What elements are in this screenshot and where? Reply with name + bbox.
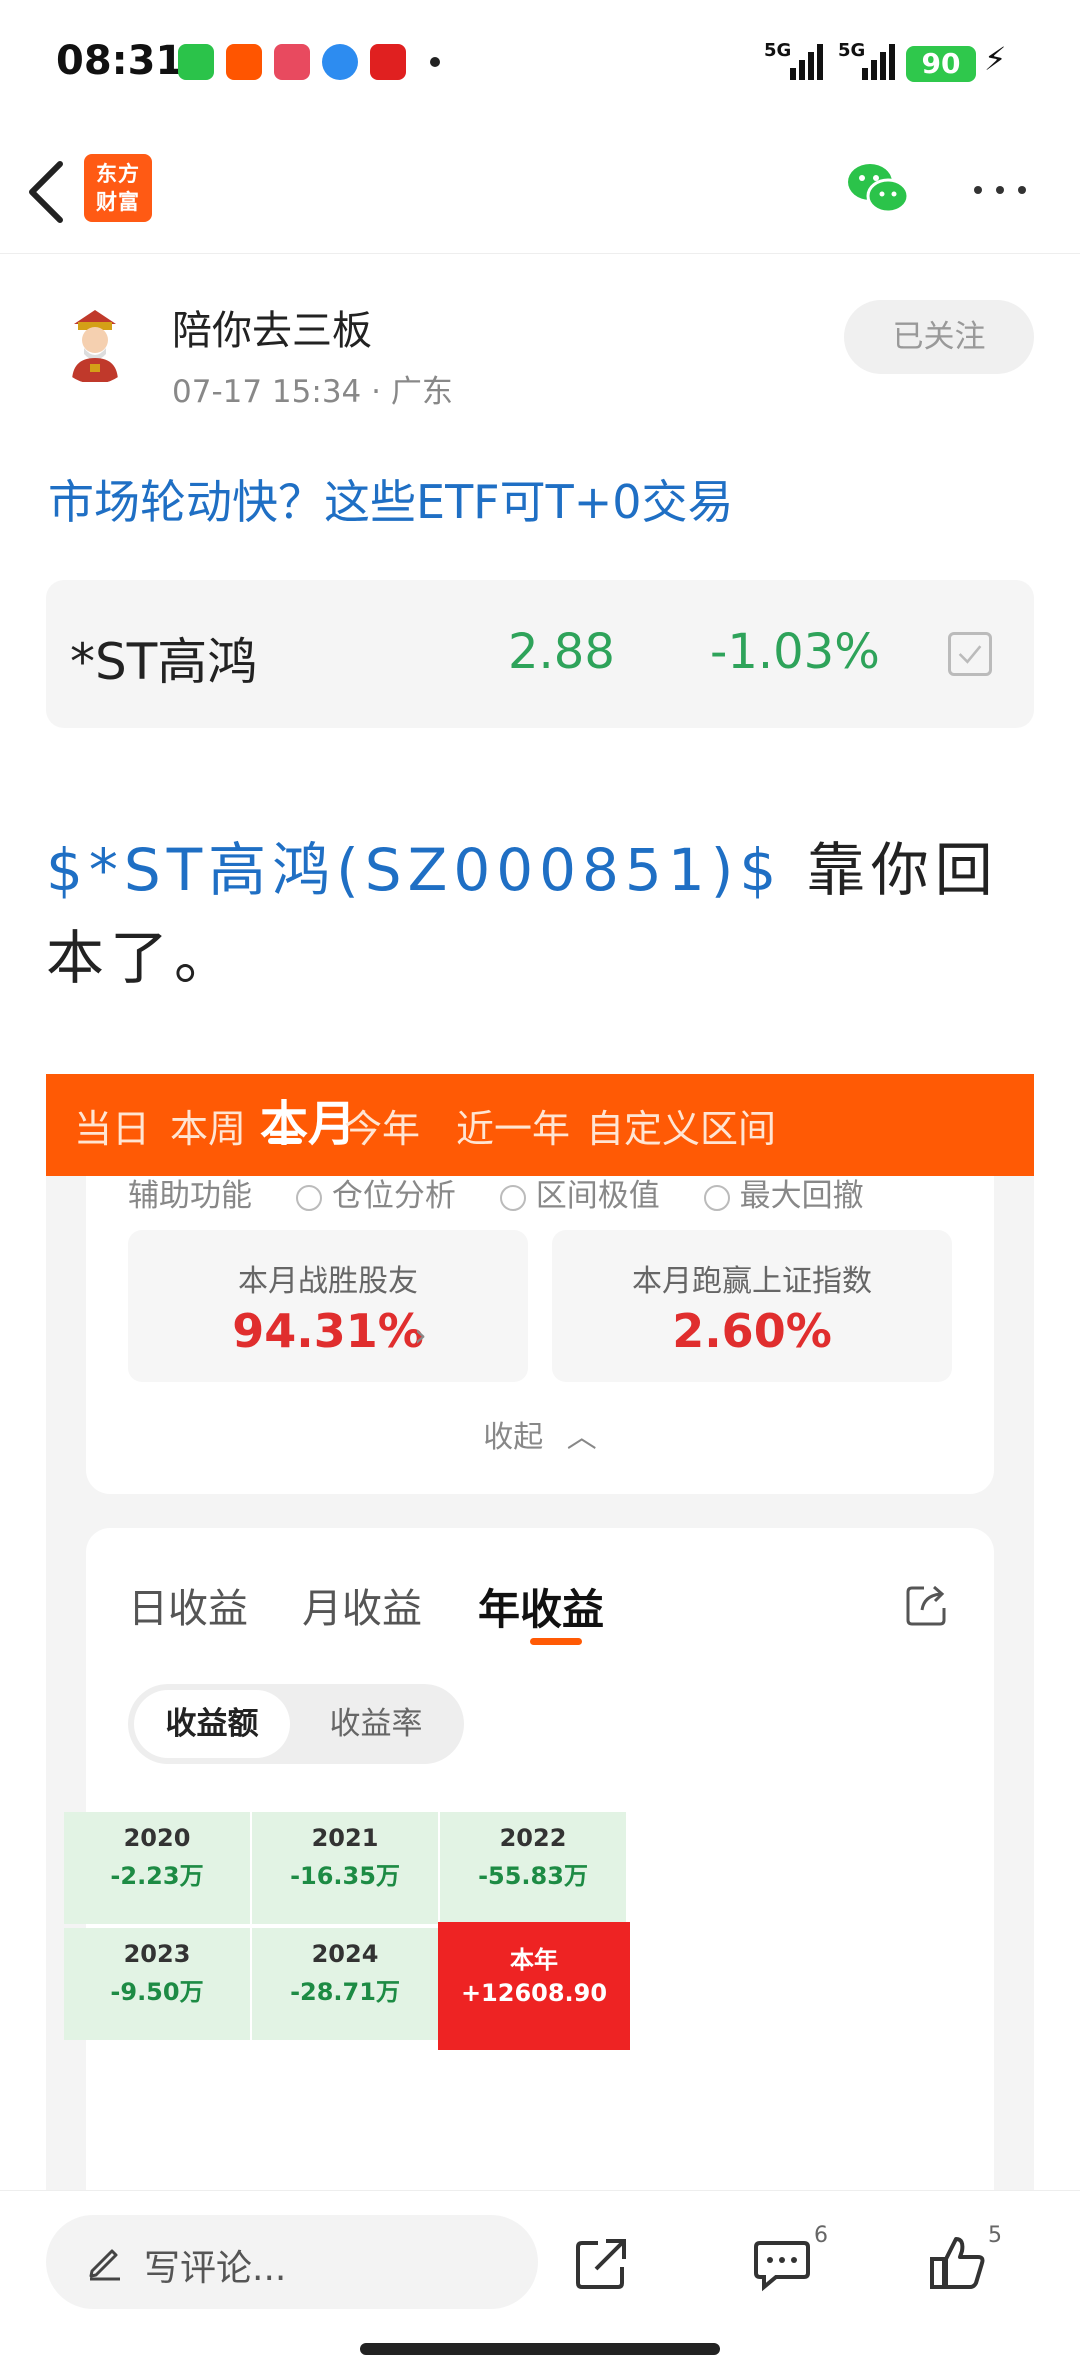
period-tab-indicator (268, 1138, 302, 1144)
returns-tab-indicator (530, 1638, 582, 1645)
period-tab-custom: 自定义区间 (586, 1107, 777, 1151)
tab-monthly-returns: 月收益 (302, 1586, 422, 1632)
post-image[interactable]: 当日 本周 本月 今年 近一年 自定义区间 辅助功能 仓位分析 区间极值 最大回… (46, 1074, 1034, 2194)
wechat-share-icon[interactable] (846, 160, 910, 220)
year-cell: 2024 -28.71万 (252, 1928, 438, 2040)
summary-panel: 辅助功能 仓位分析 区间极值 最大回撤 本月战胜股友 94.31% › 本月跑赢… (86, 1176, 994, 1494)
add-watchlist-checkbox[interactable] (948, 632, 992, 676)
stock-card[interactable]: *ST高鸿 2.88 -1.03% (46, 580, 1034, 728)
more-notifications-dot (430, 57, 440, 67)
app2-notification-icon (370, 44, 406, 80)
status-bar: 08:31 5G 5G 90 ⚡ (0, 0, 1080, 130)
aux-option-position: 仓位分析 (295, 1170, 456, 1215)
app-notification-icon (274, 44, 310, 80)
follow-button[interactable]: 已关注 (844, 300, 1034, 374)
comment-placeholder: 写评论... (144, 2248, 287, 2289)
year-cell: 2020 -2.23万 (64, 1812, 250, 1924)
seg-rate: 收益率 (329, 1706, 423, 1742)
signal-bars-1-icon (776, 44, 823, 80)
radio-icon (295, 1184, 322, 1211)
post-body: $*ST高鸿(SZ000851)$ 靠你回本了。 (46, 826, 1036, 1002)
home-indicator (360, 2343, 720, 2355)
period-tab-this-year: 今年 (344, 1107, 421, 1151)
aux-options-row: 辅助功能 仓位分析 区间极值 最大回撤 (128, 1170, 898, 1215)
more-icon[interactable] (970, 170, 1030, 210)
back-icon[interactable] (20, 154, 80, 230)
feather-notification-icon (322, 44, 358, 80)
like-count: 5 (988, 2223, 1002, 2248)
stat-beat-peers: 本月战胜股友 94.31% › (128, 1230, 528, 1382)
status-time: 08:31 (56, 38, 184, 84)
radio-icon (499, 1184, 526, 1211)
aux-label: 辅助功能 (128, 1178, 252, 1214)
collapse-toggle: 收起 ︿ (483, 1420, 597, 1455)
period-tab-week: 本周 (170, 1107, 247, 1151)
stock-ticker-link[interactable]: $*ST高鸿(SZ000851)$ (46, 836, 782, 904)
post-meta: 07-17 15:34 · 广东 (172, 374, 453, 410)
taobao-notification-icon (226, 44, 262, 80)
chevron-right-icon: › (414, 1316, 427, 1354)
year-cell: 2023 -9.50万 (64, 1928, 250, 2040)
comment-count: 6 (814, 2223, 828, 2248)
charging-icon: ⚡ (984, 40, 1007, 78)
pencil-icon (89, 2249, 120, 2281)
top-navbar: 东方 财富 (0, 130, 1080, 254)
author-name[interactable]: 陪你去三板 (172, 298, 372, 356)
radio-icon (703, 1184, 730, 1211)
stock-name: *ST高鸿 (70, 633, 258, 691)
period-tabs: 当日 本周 本月 今年 近一年 自定义区间 (46, 1074, 1034, 1176)
year-cell-current: 本年 +12608.90 (438, 1922, 630, 2050)
year-cell: 2021 -16.35万 (252, 1812, 438, 1924)
returns-panel: 日收益 月收益 年收益 收益额 收益率 2020 -2.23万 2021 -16.3… (64, 1528, 994, 2194)
battery-level: 90 (906, 46, 976, 82)
aux-option-extreme: 区间极值 (499, 1170, 660, 1215)
stat-beat-index: 本月跑赢上证指数 2.60% (552, 1230, 952, 1382)
period-tab-today: 当日 (74, 1107, 151, 1151)
author-avatar[interactable] (54, 302, 136, 384)
share-icon (906, 1585, 946, 1626)
wechat-notification-icon (178, 44, 214, 80)
comment-input[interactable]: 写评论... (46, 2215, 538, 2309)
year-cell: 2022 -55.83万 (440, 1812, 626, 1924)
comment-icon[interactable] (752, 2233, 812, 2293)
amount-rate-toggle: 收益额 收益率 (128, 1684, 464, 1764)
period-tab-last-year: 近一年 (456, 1107, 571, 1151)
tab-daily-returns: 日收益 (128, 1586, 248, 1632)
bottom-action-bar: 写评论... 6 5 (0, 2190, 1080, 2376)
like-icon[interactable] (928, 2233, 988, 2293)
stock-price: 2.88 (508, 624, 615, 680)
tab-yearly-returns: 年收益 (478, 1585, 605, 1634)
seg-amount: 收益额 (134, 1690, 290, 1758)
aux-option-drawdown: 最大回撤 (703, 1170, 864, 1215)
stock-change: -1.03% (710, 624, 880, 680)
article-title[interactable]: 市场轮动快？这些ETF可T+0交易 (48, 466, 734, 532)
chevron-up-icon: ︿ (566, 1420, 597, 1455)
eastmoney-logo: 东方 财富 (84, 154, 152, 222)
share-icon[interactable] (572, 2233, 632, 2293)
signal-bars-2-icon (848, 44, 895, 80)
